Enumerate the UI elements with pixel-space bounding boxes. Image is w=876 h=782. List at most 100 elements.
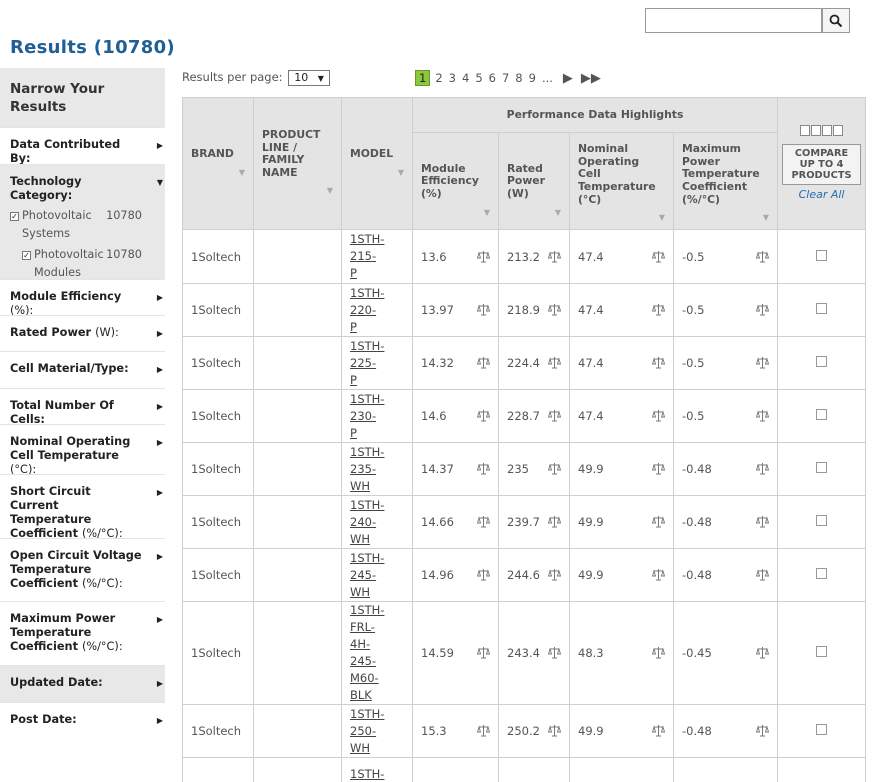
page-7[interactable]: 7 [502,71,509,85]
scale-icon[interactable] [652,568,665,581]
scale-icon[interactable] [756,356,770,369]
compare-checkbox[interactable] [816,303,828,314]
scale-icon[interactable] [652,646,665,659]
next-page-icon[interactable]: ▶ [563,71,573,86]
scale-icon[interactable] [756,568,770,581]
filter-total-cells[interactable]: Total Number Of Cells: ▶ [0,388,165,426]
filter-noct[interactable]: Nominal Operating Cell Temperature (°C):… [0,424,165,476]
scale-icon[interactable] [548,250,561,263]
compare-button[interactable]: COMPARE UP TO 4 PRODUCTS [782,144,862,186]
scale-icon[interactable] [548,724,561,737]
scale-icon[interactable] [548,303,561,316]
filter-open-circuit-coef[interactable]: Open Circuit Voltage Temperature Coeffic… [0,538,165,601]
model-link[interactable]: 1STH- 220- P [350,285,390,336]
scale-icon[interactable] [548,515,561,528]
column-header-max-power-coef[interactable]: Maximum Power Temperature Coefficient (%… [672,132,779,230]
scale-icon[interactable] [477,646,490,659]
page-3[interactable]: 3 [449,71,456,85]
noct-cell: 47.4 [569,283,674,337]
page-9[interactable]: 9 [529,71,536,85]
page-5[interactable]: 5 [475,71,482,85]
page-8[interactable]: 8 [515,71,522,85]
compare-checkbox[interactable] [816,462,828,473]
filter-short-circuit-coef[interactable]: Short Circuit Current Temperature Coeffi… [0,474,165,540]
filter-updated-date[interactable]: Updated Date: ▶ [0,665,165,702]
scale-icon[interactable] [652,356,665,369]
model-link[interactable]: 1STH-FRL-4H- [350,766,390,782]
checkbox[interactable]: ✓ [10,212,19,221]
scale-icon[interactable] [477,250,490,263]
filter-max-power-coef[interactable]: Maximum Power Temperature Coefficient (%… [0,601,165,665]
compare-checkbox[interactable] [816,646,828,657]
scale-icon[interactable] [652,303,665,316]
model-link[interactable]: 1STH- FRL- 4H- 245- M60- BLK [350,602,390,704]
product-line-cell [253,495,342,549]
column-header-model[interactable]: MODEL ▼ [341,97,413,230]
filter-rated-power[interactable]: Rated Power (W): ▶ [0,315,165,351]
column-header-rated-power[interactable]: Rated Power (W) ▼ [498,132,570,230]
column-header-efficiency[interactable]: Module Efficiency (%) ▼ [412,132,499,230]
tech-item-modules[interactable]: ✓ Photovoltaic Modules 10780 [10,246,143,282]
scale-icon[interactable] [548,409,561,422]
compare-checkbox[interactable] [816,409,828,420]
compare-checkbox[interactable] [816,356,828,367]
scale-icon[interactable] [548,568,561,581]
scale-icon[interactable] [548,646,561,659]
scale-icon[interactable] [652,724,665,737]
model-link[interactable]: 1STH- 235- WH [350,444,390,495]
scale-icon[interactable] [477,568,490,581]
scale-icon[interactable] [477,303,490,316]
scale-icon[interactable] [756,409,770,422]
model-link[interactable]: 1STH- 245- WH [350,550,390,601]
search-button[interactable] [822,8,850,33]
model-link[interactable]: 1STH- 240- WH [350,497,390,548]
brand-cell: 1Soltech [182,495,254,549]
column-header-brand[interactable]: BRAND ▼ [182,97,254,230]
page-6[interactable]: 6 [489,71,496,85]
scale-icon[interactable] [756,250,770,263]
scale-icon[interactable] [477,724,490,737]
column-header-noct[interactable]: Nominal Operating Cell Temperature (°C) ▼ [569,132,674,230]
scale-icon[interactable] [477,515,490,528]
filter-data-contributed[interactable]: Data Contributed By: ▶ [0,127,165,165]
scale-icon[interactable] [652,515,665,528]
scale-icon[interactable] [756,303,770,316]
scale-icon[interactable] [652,462,665,475]
filter-cell-material[interactable]: Cell Material/Type: ▶ [0,351,165,388]
filter-module-efficiency[interactable]: Module Efficiency (%): ▶ [0,279,165,317]
scale-icon[interactable] [477,409,490,422]
page-1[interactable]: 1 [415,70,431,86]
compare-checkbox[interactable] [816,515,828,526]
tech-item-systems[interactable]: ✓ Photovoltaic Systems 10780 [10,207,143,243]
page-2[interactable]: 2 [435,71,442,85]
results-table: BRAND ▼ PRODUCT LINE / FAMILY NAME ▼ MODEL… [182,97,867,782]
model-link[interactable]: 1STH- 215- P [350,231,390,282]
scale-icon[interactable] [477,356,490,369]
model-link[interactable]: 1STH- 230- P [350,391,390,442]
scale-icon[interactable] [477,462,490,475]
filter-post-date[interactable]: Post Date: ▶ [0,702,165,739]
rated-power-cell: 218.9 [498,283,570,337]
filter-technology-category[interactable]: Technology Category: ▼ ✓ Photovoltaic Syst… [0,164,165,279]
scale-icon[interactable] [652,409,665,422]
scale-icon[interactable] [756,724,770,737]
scale-icon[interactable] [652,250,665,263]
clear-all-link[interactable]: Clear All [782,189,861,202]
page-4[interactable]: 4 [462,71,469,85]
compare-checkbox[interactable] [816,724,828,735]
model-link[interactable]: 1STH- 225- P [350,338,390,389]
last-page-icon[interactable]: ▶▶ [581,71,601,86]
per-page-select[interactable]: 10 ▼ [288,70,330,86]
max-power-coef-cell-value: -0.48 [682,568,712,582]
scale-icon[interactable] [756,462,770,475]
scale-icon[interactable] [756,646,770,659]
scale-icon[interactable] [548,356,561,369]
search-input[interactable] [645,8,822,33]
compare-checkbox[interactable] [816,568,828,579]
model-link[interactable]: 1STH- 250- WH [350,706,390,757]
scale-icon[interactable] [548,462,561,475]
column-header-product-line[interactable]: PRODUCT LINE / FAMILY NAME ▼ [253,97,342,230]
checkbox[interactable]: ✓ [22,251,31,260]
scale-icon[interactable] [756,515,770,528]
compare-checkbox[interactable] [816,249,828,261]
